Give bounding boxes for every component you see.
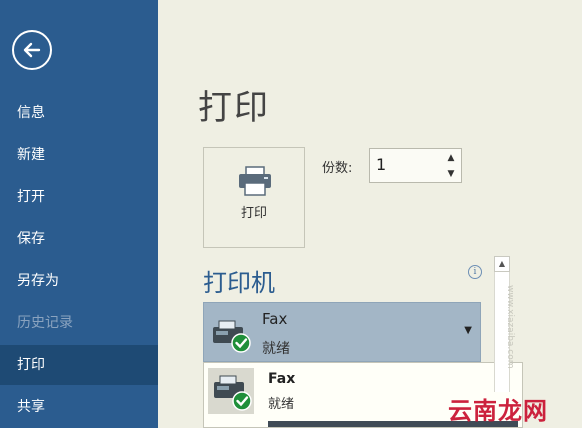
selected-printer-status: 就绪	[262, 341, 290, 357]
fax-icon	[208, 368, 254, 414]
page-title: 打印	[198, 88, 270, 128]
scroll-up-button[interactable]: ▲	[494, 256, 510, 272]
nav-item-open[interactable]: 打开	[0, 177, 158, 217]
print-button[interactable]: 打印	[203, 147, 305, 248]
nav-item-new[interactable]: 新建	[0, 135, 158, 175]
print-button-label: 打印	[240, 206, 267, 221]
nav-item-save-as[interactable]: 另存为	[0, 261, 158, 301]
nav-item-info[interactable]: 信息	[0, 93, 158, 133]
ready-check-icon	[231, 333, 251, 353]
nav-item-share[interactable]: 共享	[0, 387, 158, 427]
fax-icon	[213, 320, 251, 353]
printer-selector[interactable]: Fax 就绪 ▼	[203, 302, 481, 362]
printer-heading: 打印机	[203, 269, 275, 297]
spin-down-icon[interactable]: ▼	[445, 168, 457, 180]
nav-item-history: 历史记录	[17, 315, 73, 331]
watermark-logo-text: 云南龙网	[448, 397, 548, 425]
printer-icon	[239, 166, 271, 196]
copies-stepper[interactable]: 1 ▲ ▼	[369, 148, 462, 183]
copies-value[interactable]: 1	[376, 155, 386, 174]
ready-check-icon	[232, 391, 252, 411]
back-arrow-icon	[23, 42, 41, 58]
backstage-sidebar: 信息 新建 打开 保存 另存为 历史记录 打印 共享	[0, 0, 158, 428]
back-button[interactable]	[12, 30, 52, 70]
info-icon[interactable]: i	[468, 265, 482, 279]
chevron-down-icon[interactable]: ▼	[464, 325, 472, 336]
printer-list-item-name: Fax	[268, 371, 296, 387]
selected-printer-name: Fax	[262, 310, 288, 328]
print-pane: 打印 打印 份数: 1 ▲ ▼ 打印机 i Fax 就绪 ▼ Fax 就绪 ▲	[158, 0, 582, 428]
printer-list-item-status: 就绪	[268, 397, 295, 412]
spin-up-icon[interactable]: ▲	[445, 152, 457, 164]
nav-item-save[interactable]: 保存	[0, 219, 158, 259]
watermark-url: www.xiazaiba.com	[505, 285, 515, 369]
nav-item-print[interactable]: 打印	[0, 345, 158, 385]
copies-label: 份数:	[322, 161, 353, 176]
